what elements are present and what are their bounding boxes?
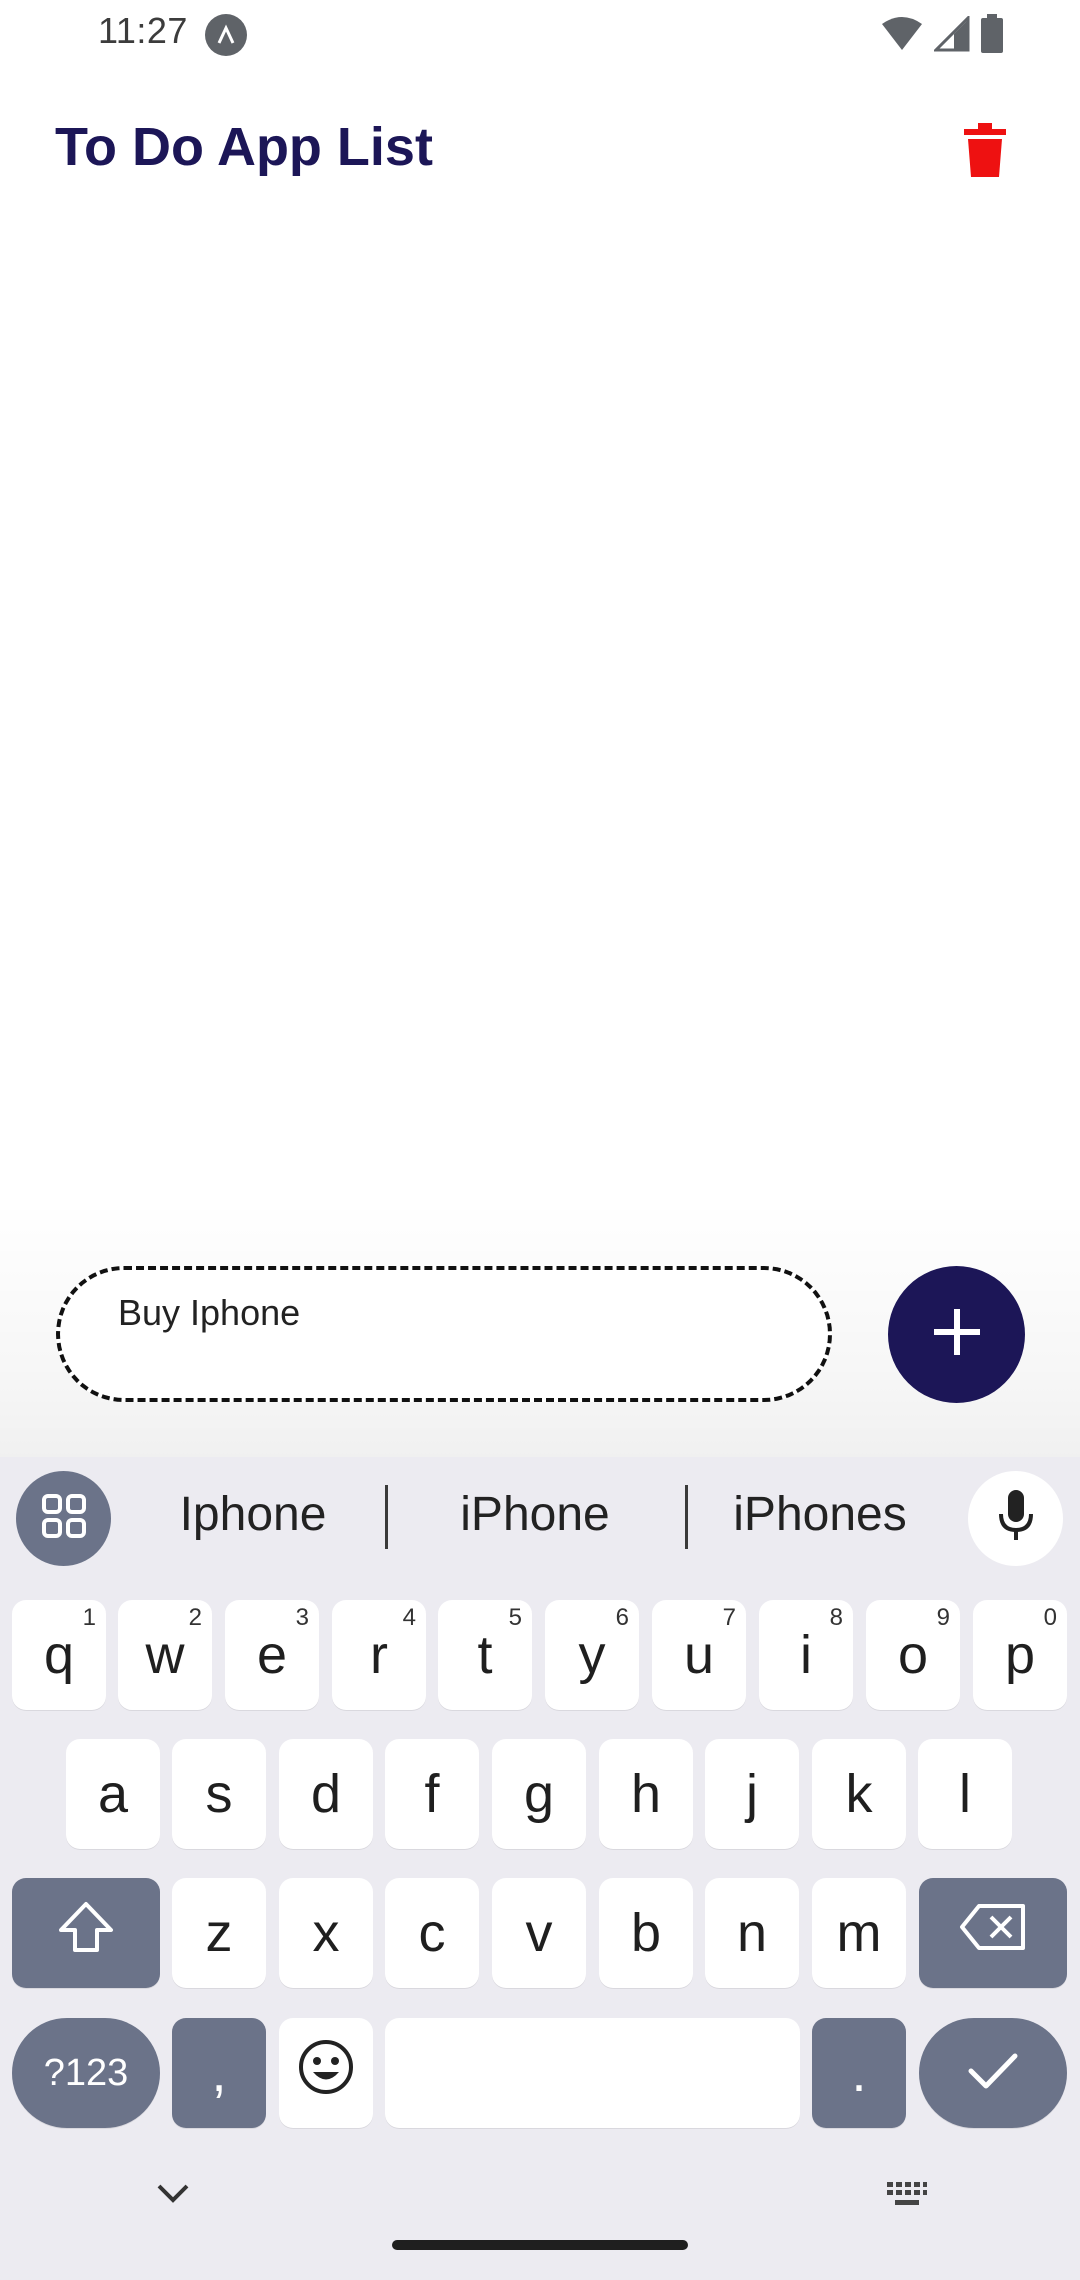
- navigation-bar: [0, 2160, 1080, 2280]
- gesture-handle[interactable]: [392, 2240, 688, 2250]
- comma-key[interactable]: ,: [172, 2018, 266, 2128]
- period-key[interactable]: .: [812, 2018, 906, 2128]
- symbols-key[interactable]: ?123: [12, 2018, 160, 2128]
- key-u[interactable]: u7: [652, 1600, 746, 1710]
- key-z[interactable]: z: [172, 1878, 266, 1988]
- key-c[interactable]: c: [385, 1878, 479, 1988]
- key-h[interactable]: h: [599, 1739, 693, 1849]
- key-r[interactable]: r4: [332, 1600, 426, 1710]
- key-x[interactable]: x: [279, 1878, 373, 1988]
- emoji-key[interactable]: [279, 2018, 373, 2128]
- grid-icon: [41, 1493, 87, 1544]
- suggestion-1[interactable]: Iphone: [118, 1487, 388, 1542]
- key-o[interactable]: o9: [866, 1600, 960, 1710]
- done-key[interactable]: [919, 2018, 1067, 2128]
- key-e[interactable]: e3: [225, 1600, 319, 1710]
- suggestion-3[interactable]: iPhones: [685, 1487, 955, 1542]
- key-q[interactable]: q1: [12, 1600, 106, 1710]
- key-f[interactable]: f: [385, 1739, 479, 1849]
- cellular-signal-icon: [932, 14, 970, 57]
- key-n[interactable]: n: [705, 1878, 799, 1988]
- key-v[interactable]: v: [492, 1878, 586, 1988]
- key-y[interactable]: y6: [545, 1600, 639, 1710]
- status-time: 11:27: [98, 10, 188, 51]
- soft-keyboard: Iphone iPhone iPhones q1 w2 e3 r4 t5 y6 …: [0, 1457, 1080, 2280]
- status-icons: [880, 14, 1004, 59]
- task-input[interactable]: [118, 1292, 778, 1334]
- key-g[interactable]: g: [492, 1739, 586, 1849]
- key-a[interactable]: a: [66, 1739, 160, 1849]
- space-key[interactable]: [385, 2018, 800, 2128]
- task-input-container[interactable]: [56, 1266, 832, 1402]
- trash-icon: [964, 122, 1006, 182]
- key-t[interactable]: t5: [438, 1600, 532, 1710]
- keyboard-switch-icon[interactable]: [885, 2180, 929, 2215]
- keyboard-apps-button[interactable]: [16, 1471, 111, 1566]
- backspace-icon: [959, 1902, 1027, 1964]
- emoji-icon: [298, 2039, 354, 2108]
- shift-icon: [57, 1900, 115, 1967]
- microphone-icon: [998, 1490, 1034, 1547]
- app-notification-icon: [205, 14, 247, 56]
- checkmark-icon: [967, 2042, 1019, 2104]
- key-l[interactable]: l: [918, 1739, 1012, 1849]
- key-j[interactable]: j: [705, 1739, 799, 1849]
- key-w[interactable]: w2: [118, 1600, 212, 1710]
- status-bar: 11:27: [0, 0, 1080, 70]
- key-d[interactable]: d: [279, 1739, 373, 1849]
- suggestion-divider: [385, 1485, 388, 1549]
- add-task-button[interactable]: [888, 1266, 1025, 1403]
- app-bar: To Do App List: [0, 70, 1080, 230]
- page-title: To Do App List: [55, 117, 433, 177]
- backspace-key[interactable]: [919, 1878, 1067, 1988]
- key-m[interactable]: m: [812, 1878, 906, 1988]
- key-p[interactable]: p0: [973, 1600, 1067, 1710]
- voice-input-button[interactable]: [968, 1471, 1063, 1566]
- battery-icon: [980, 14, 1004, 59]
- plus-icon: [932, 1307, 982, 1362]
- key-k[interactable]: k: [812, 1739, 906, 1849]
- hide-keyboard-button[interactable]: [155, 2182, 191, 2211]
- delete-all-button[interactable]: [954, 114, 1016, 190]
- wifi-icon: [880, 16, 924, 57]
- suggestion-2[interactable]: iPhone: [400, 1487, 670, 1542]
- key-b[interactable]: b: [599, 1878, 693, 1988]
- key-i[interactable]: i8: [759, 1600, 853, 1710]
- shift-key[interactable]: [12, 1878, 160, 1988]
- suggestion-strip: Iphone iPhone iPhones: [0, 1457, 1080, 1577]
- key-s[interactable]: s: [172, 1739, 266, 1849]
